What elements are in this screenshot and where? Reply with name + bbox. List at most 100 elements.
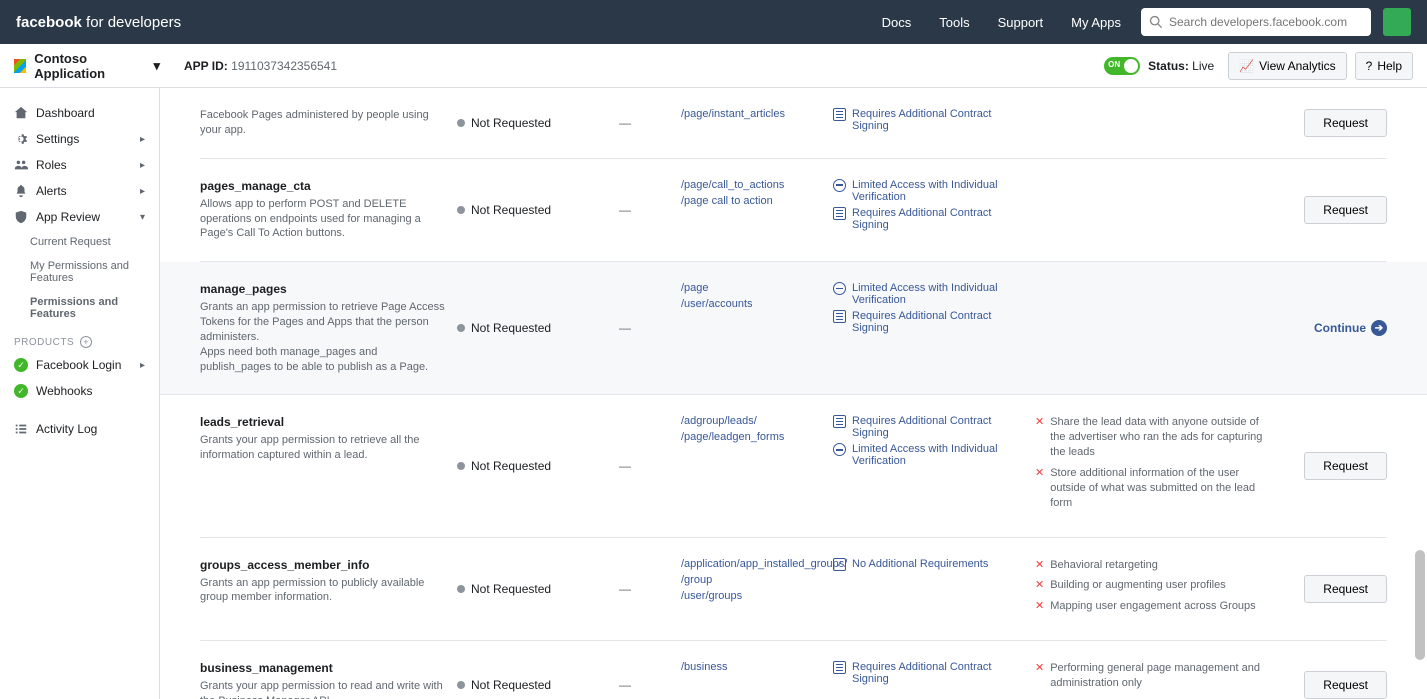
- request-button[interactable]: Request: [1304, 109, 1387, 137]
- requirement-item: Requires Additional Contract Signing: [833, 310, 1023, 334]
- nav-support[interactable]: Support: [998, 15, 1044, 30]
- chevron-right-icon: ▸: [140, 134, 145, 145]
- help-icon: ?: [1366, 59, 1373, 73]
- status-toggle[interactable]: ON: [1104, 57, 1140, 75]
- sidebar-current-request[interactable]: Current Request: [0, 230, 159, 254]
- search-box[interactable]: [1141, 8, 1371, 36]
- sidebar-settings[interactable]: Settings ▸: [0, 126, 159, 152]
- view-analytics-button[interactable]: 📈View Analytics: [1228, 52, 1346, 80]
- products-section-header: PRODUCTS +: [0, 326, 159, 352]
- sidebar-item-label: Roles: [36, 158, 67, 172]
- requirement-link[interactable]: Requires Additional Contract Signing: [852, 310, 1023, 334]
- sidebar-dashboard[interactable]: Dashboard: [0, 100, 159, 126]
- sidebar-permissions-features[interactable]: Permissions and Features: [0, 290, 159, 326]
- api-link[interactable]: /application/app_installed_groups/: [681, 558, 821, 570]
- action-col: Request: [1277, 108, 1387, 138]
- roles-icon: [14, 158, 28, 172]
- request-button[interactable]: Request: [1304, 196, 1387, 224]
- permission-name-col: manage_pagesGrants an app permission to …: [200, 282, 445, 374]
- x-icon: ✕: [1035, 599, 1044, 614]
- continue-button[interactable]: Continue ➔: [1314, 320, 1387, 336]
- bell-icon: [14, 184, 28, 198]
- api-links: /page/instant_articles: [681, 108, 821, 138]
- request-button[interactable]: Request: [1304, 671, 1387, 699]
- action-col: Continue ➔: [1277, 282, 1387, 374]
- requirement-link[interactable]: No Additional Requirements: [852, 558, 988, 570]
- sidebar-item-label: Facebook Login: [36, 358, 121, 372]
- permission-status: Not Requested: [457, 179, 607, 242]
- api-link[interactable]: /page call to action: [681, 195, 821, 207]
- sidebar-activity-log[interactable]: Activity Log: [0, 416, 159, 442]
- permission-name-col: leads_retrievalGrants your app permissio…: [200, 415, 445, 516]
- permission-name-col: pages_manage_ctaAllows app to perform PO…: [200, 179, 445, 242]
- requirement-link[interactable]: Limited Access with Individual Verificat…: [852, 443, 1023, 467]
- check-icon: ✓: [14, 384, 28, 398]
- status-dot-icon: [457, 119, 465, 127]
- checkbox-icon: ✓: [833, 558, 846, 571]
- action-col: Request: [1277, 558, 1387, 621]
- api-links: /page/user/accounts: [681, 282, 821, 374]
- requirements-col: ✓ No Additional Requirements: [833, 558, 1023, 621]
- api-link[interactable]: /business: [681, 661, 821, 673]
- sidebar-item-label: Settings: [36, 132, 79, 146]
- permission-status: Not Requested: [457, 282, 607, 374]
- requirement-link[interactable]: Requires Additional Contract Signing: [852, 415, 1023, 439]
- user-avatar[interactable]: [1383, 8, 1411, 36]
- help-button[interactable]: ?Help: [1355, 52, 1413, 80]
- permission-name-col: business_managementGrants your app permi…: [200, 661, 445, 699]
- sidebar-roles[interactable]: Roles ▸: [0, 152, 159, 178]
- chevron-right-icon: ▸: [140, 186, 145, 197]
- nav-docs[interactable]: Docs: [882, 15, 912, 30]
- x-icon: ✕: [1035, 558, 1044, 573]
- requirement-link[interactable]: Limited Access with Individual Verificat…: [852, 179, 1023, 203]
- request-button[interactable]: Request: [1304, 575, 1387, 603]
- permission-status: Not Requested: [457, 661, 607, 699]
- main-content[interactable]: Facebook Pages administered by people us…: [160, 88, 1427, 699]
- sidebar-facebook-login[interactable]: ✓ Facebook Login ▸: [0, 352, 159, 378]
- sidebar-my-permissions[interactable]: My Permissions and Features: [0, 254, 159, 290]
- requirement-link[interactable]: Requires Additional Contract Signing: [852, 661, 1023, 685]
- dash-col: —: [619, 108, 669, 138]
- app-id-value: 1911037342356541: [231, 59, 337, 73]
- api-link[interactable]: /adgroup/leads/: [681, 415, 821, 427]
- requirement-link[interactable]: Requires Additional Contract Signing: [852, 108, 1023, 132]
- gear-icon: [14, 132, 28, 146]
- api-link[interactable]: /page/leadgen_forms: [681, 431, 821, 443]
- add-product-icon[interactable]: +: [80, 336, 92, 348]
- scrollbar-thumb[interactable]: [1415, 550, 1425, 660]
- brand-for-dev: for developers: [82, 14, 181, 31]
- permission-status: Not Requested: [457, 108, 607, 138]
- status-dot-icon: [457, 324, 465, 332]
- app-selector[interactable]: Contoso Application ▾: [14, 51, 160, 81]
- api-links: /page/call_to_actions/page call to actio…: [681, 179, 821, 242]
- nav-myapps[interactable]: My Apps: [1071, 15, 1121, 30]
- sidebar-webhooks[interactable]: ✓ Webhooks: [0, 378, 159, 404]
- request-button[interactable]: Request: [1304, 452, 1387, 480]
- search-input[interactable]: [1169, 15, 1363, 29]
- sidebar-alerts[interactable]: Alerts ▸: [0, 178, 159, 204]
- nav-tools[interactable]: Tools: [939, 15, 969, 30]
- requirement-item: Limited Access with Individual Verificat…: [833, 179, 1023, 203]
- shield-icon: [14, 210, 28, 224]
- action-col: Request: [1277, 415, 1387, 516]
- api-link[interactable]: /page: [681, 282, 821, 294]
- brand-logo[interactable]: facebook for developers: [16, 14, 181, 31]
- requirement-link[interactable]: Requires Additional Contract Signing: [852, 207, 1023, 231]
- toggle-on-label: ON: [1108, 60, 1120, 69]
- sidebar-app-review[interactable]: App Review ▾: [0, 204, 159, 230]
- sidebar-item-label: Activity Log: [36, 422, 97, 436]
- api-link[interactable]: /group: [681, 574, 821, 586]
- chevron-right-icon: ▸: [140, 160, 145, 171]
- top-navbar: facebook for developers Docs Tools Suppo…: [0, 0, 1427, 44]
- api-link[interactable]: /user/groups: [681, 590, 821, 602]
- api-link[interactable]: /user/accounts: [681, 298, 821, 310]
- api-link[interactable]: /page/instant_articles: [681, 108, 821, 120]
- permission-title: pages_manage_cta: [200, 179, 445, 193]
- permission-name-col: Facebook Pages administered by people us…: [200, 108, 445, 138]
- requirements-col: Limited Access with Individual Verificat…: [833, 282, 1023, 374]
- requirement-link[interactable]: Limited Access with Individual Verificat…: [852, 282, 1023, 306]
- app-subbar: Contoso Application ▾ APP ID: 1911037342…: [0, 44, 1427, 88]
- permission-status: Not Requested: [457, 558, 607, 621]
- api-link[interactable]: /page/call_to_actions: [681, 179, 821, 191]
- document-icon: [833, 207, 846, 220]
